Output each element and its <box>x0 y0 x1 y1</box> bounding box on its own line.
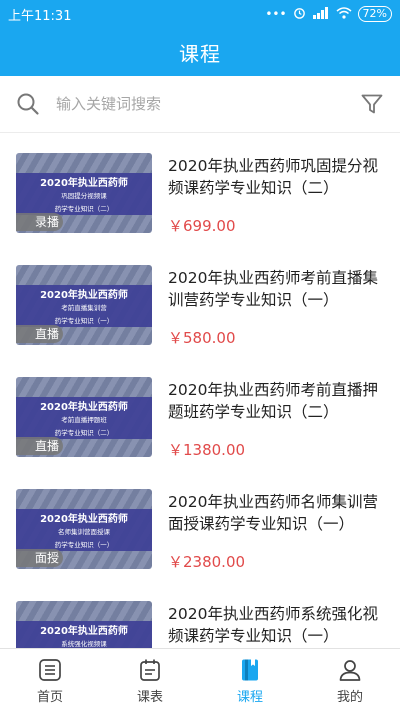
thumbnail-subtitle: 考前直播集训营 <box>61 304 107 312</box>
course-type-badge: 直播 <box>16 325 64 343</box>
course-list: 2020年执业西药师 巩固提分视频课 药学专业知识（二） 录播 2020年执业西… <box>0 133 400 648</box>
course-book-icon <box>242 659 258 680</box>
search-bar <box>0 76 400 133</box>
course-item[interactable]: 2020年执业西药师 考前直播集训营 药学专业知识（一） 直播 2020年执业西… <box>0 245 400 357</box>
course-price: ￥1380.00 <box>168 441 246 459</box>
course-title[interactable]: 2020年执业西药师考前直播押题班药学专业知识（二） <box>168 379 388 423</box>
tab-profile[interactable]: 我的 <box>300 649 400 712</box>
thumbnail-title: 2020年执业西药师 <box>40 514 128 525</box>
battery-level: 72% <box>362 7 387 20</box>
home-list-icon <box>39 658 61 681</box>
course-type-badge: 面授 <box>16 549 64 567</box>
tab-label: 课程 <box>236 689 263 705</box>
course-price: ￥580.00 <box>168 329 236 347</box>
thumbnail-subject: 药学专业知识（一） <box>54 317 114 325</box>
course-price: ￥2380.00 <box>168 553 246 571</box>
course-title[interactable]: 2020年执业西药师考前直播集训营药学专业知识（一） <box>168 267 388 311</box>
course-item[interactable]: 2020年执业西药师 巩固提分视频课 药学专业知识（二） 录播 2020年执业西… <box>0 133 400 245</box>
thumbnail-subject: 药学专业知识（一） <box>54 541 114 549</box>
tab-schedule[interactable]: 课表 <box>100 649 200 712</box>
search-input[interactable] <box>54 94 338 114</box>
thumbnail-subject: 药学专业知识（二） <box>54 429 114 437</box>
thumbnail-title: 2020年执业西药师 <box>40 626 128 637</box>
thumbnail-subject: 药学专业知识（二） <box>54 205 114 213</box>
more-dots-icon: ••• <box>265 7 287 21</box>
tab-label: 首页 <box>36 689 63 705</box>
page-title: 课程 <box>179 41 221 66</box>
filter-icon[interactable] <box>360 92 384 116</box>
course-type-badge: 录播 <box>16 213 64 231</box>
thumbnail-title: 2020年执业西药师 <box>40 290 128 301</box>
thumbnail-subtitle: 考前直播押题班 <box>61 416 107 424</box>
course-title[interactable]: 2020年执业西药师巩固提分视频课药学专业知识（二） <box>168 155 388 199</box>
schedule-icon <box>140 659 160 681</box>
bottom-tab-bar: 首页 课表 课程 我的 <box>0 648 400 712</box>
alarm-icon <box>293 6 306 22</box>
status-time: 上午11:31 <box>8 8 72 24</box>
course-price: ￥699.00 <box>168 217 236 235</box>
course-item[interactable]: 2020年执业西药师 名师集训营面授课 药学专业知识（一） 面授 2020年执业… <box>0 469 400 581</box>
course-title[interactable]: 2020年执业西药师名师集训营面授课药学专业知识（一） <box>168 491 388 535</box>
course-thumbnail: 2020年执业西药师 系统强化视频课 <box>16 601 152 648</box>
tab-home[interactable]: 首页 <box>0 649 100 712</box>
thumbnail-title: 2020年执业西药师 <box>40 178 128 189</box>
search-icon[interactable] <box>16 92 40 116</box>
signal-icon <box>312 6 330 22</box>
tab-label: 课表 <box>136 689 163 705</box>
course-item[interactable]: 2020年执业西药师 考前直播押题班 药学专业知识（二） 直播 2020年执业西… <box>0 357 400 469</box>
thumbnail-subtitle: 名师集训营面授课 <box>58 528 110 536</box>
app-header: 上午11:31 ••• 72% 课程 <box>0 0 400 76</box>
thumbnail-title: 2020年执业西药师 <box>40 402 128 413</box>
battery-indicator: 72% <box>357 6 392 22</box>
course-item[interactable]: 2020年执业西药师 系统强化视频课 2020年执业西药师系统强化视频课药学专业… <box>0 581 400 648</box>
tab-courses[interactable]: 课程 <box>200 649 300 712</box>
course-type-badge: 直播 <box>16 437 64 455</box>
status-bar: 上午11:31 ••• 72% <box>0 0 400 28</box>
wifi-icon <box>336 6 352 22</box>
profile-icon <box>339 659 361 681</box>
thumbnail-subtitle: 巩固提分视频课 <box>61 192 107 200</box>
thumbnail-subtitle: 系统强化视频课 <box>61 640 107 648</box>
tab-label: 我的 <box>336 689 363 705</box>
course-title[interactable]: 2020年执业西药师系统强化视频课药学专业知识（一） <box>168 603 388 647</box>
